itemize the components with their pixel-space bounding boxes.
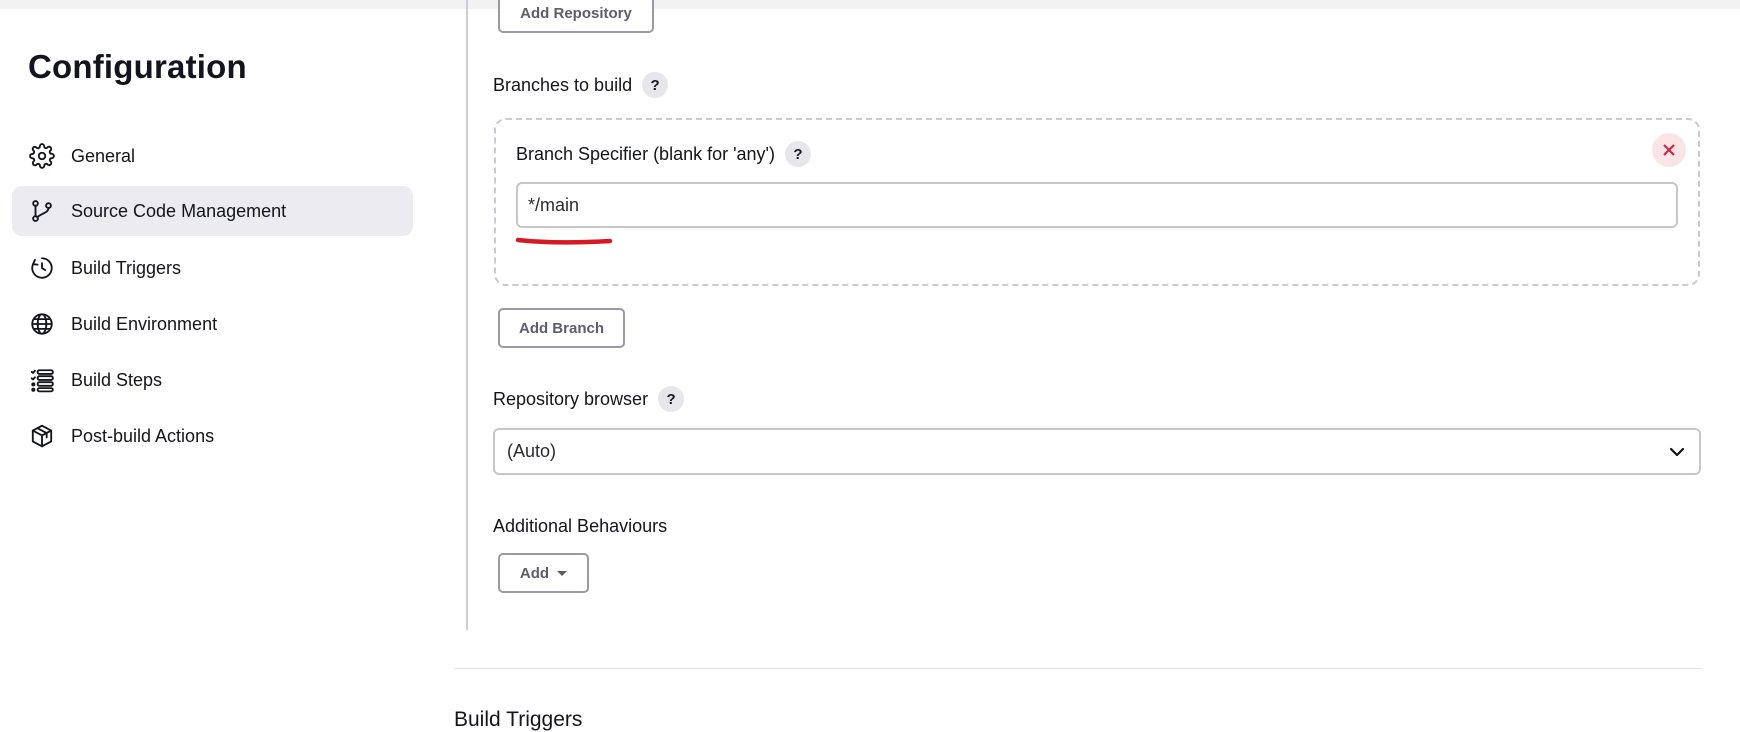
sidebar-item-general[interactable]: General [12, 131, 413, 181]
section-divider [454, 668, 1702, 669]
caret-down-icon [557, 570, 568, 576]
git-branch-icon [28, 197, 56, 225]
branches-to-build-label: Branches to build ? [493, 71, 669, 99]
close-icon [1663, 144, 1675, 156]
clock-icon [28, 254, 56, 282]
repository-browser-text: Repository browser [493, 388, 649, 409]
branch-specifier-text: Branch Specifier (blank for 'any') [516, 143, 775, 164]
add-behaviour-dropdown-button[interactable]: Add [498, 553, 589, 593]
additional-behaviours-text: Additional Behaviours [493, 515, 668, 536]
sidebar-item-build-environment[interactable]: Build Environment [12, 299, 413, 349]
remove-branch-button[interactable] [1652, 133, 1686, 167]
branch-specifier-input[interactable] [516, 182, 1678, 228]
add-button-label: Add [519, 564, 550, 582]
annotation-underline [516, 237, 613, 245]
chevron-down-icon [1667, 442, 1687, 462]
branch-specifier-help-icon[interactable]: ? [785, 141, 811, 167]
branches-help-icon[interactable]: ? [642, 72, 669, 98]
gear-icon [28, 142, 56, 170]
section-indent-line [466, 0, 468, 630]
repository-browser-select[interactable]: (Auto) [493, 428, 1701, 475]
selected-value: (Auto) [507, 441, 557, 461]
branch-specifier-label: Branch Specifier (blank for 'any') ? [516, 140, 811, 168]
top-bar [0, 0, 1740, 9]
sidebar-item-source-code-management[interactable]: Source Code Management [12, 186, 413, 236]
sidebar-item-label: Source Code Management [71, 200, 287, 221]
repository-browser-help-icon[interactable]: ? [658, 386, 685, 412]
sidebar-item-label: General [71, 145, 136, 166]
sidebar-item-label: Build Triggers [71, 257, 182, 278]
build-triggers-section-title: Build Triggers [454, 708, 583, 731]
sidebar-item-post-build-actions[interactable]: Post-build Actions [12, 411, 413, 461]
sidebar-item-label: Build Steps [71, 369, 163, 390]
sidebar-item-label: Post-build Actions [71, 425, 215, 446]
globe-icon [28, 310, 56, 338]
page-title: Configuration [28, 48, 247, 85]
list-icon [28, 366, 56, 394]
additional-behaviours-label: Additional Behaviours [493, 512, 667, 540]
add-branch-button[interactable]: Add Branch [498, 308, 625, 348]
add-repository-button[interactable]: Add Repository [498, 0, 654, 33]
package-icon [28, 422, 56, 450]
sidebar-item-label: Build Environment [71, 313, 218, 334]
sidebar-item-build-steps[interactable]: Build Steps [12, 355, 413, 405]
branches-to-build-text: Branches to build [493, 74, 633, 95]
repository-browser-label: Repository browser ? [493, 385, 685, 413]
sidebar-item-build-triggers[interactable]: Build Triggers [12, 243, 413, 293]
